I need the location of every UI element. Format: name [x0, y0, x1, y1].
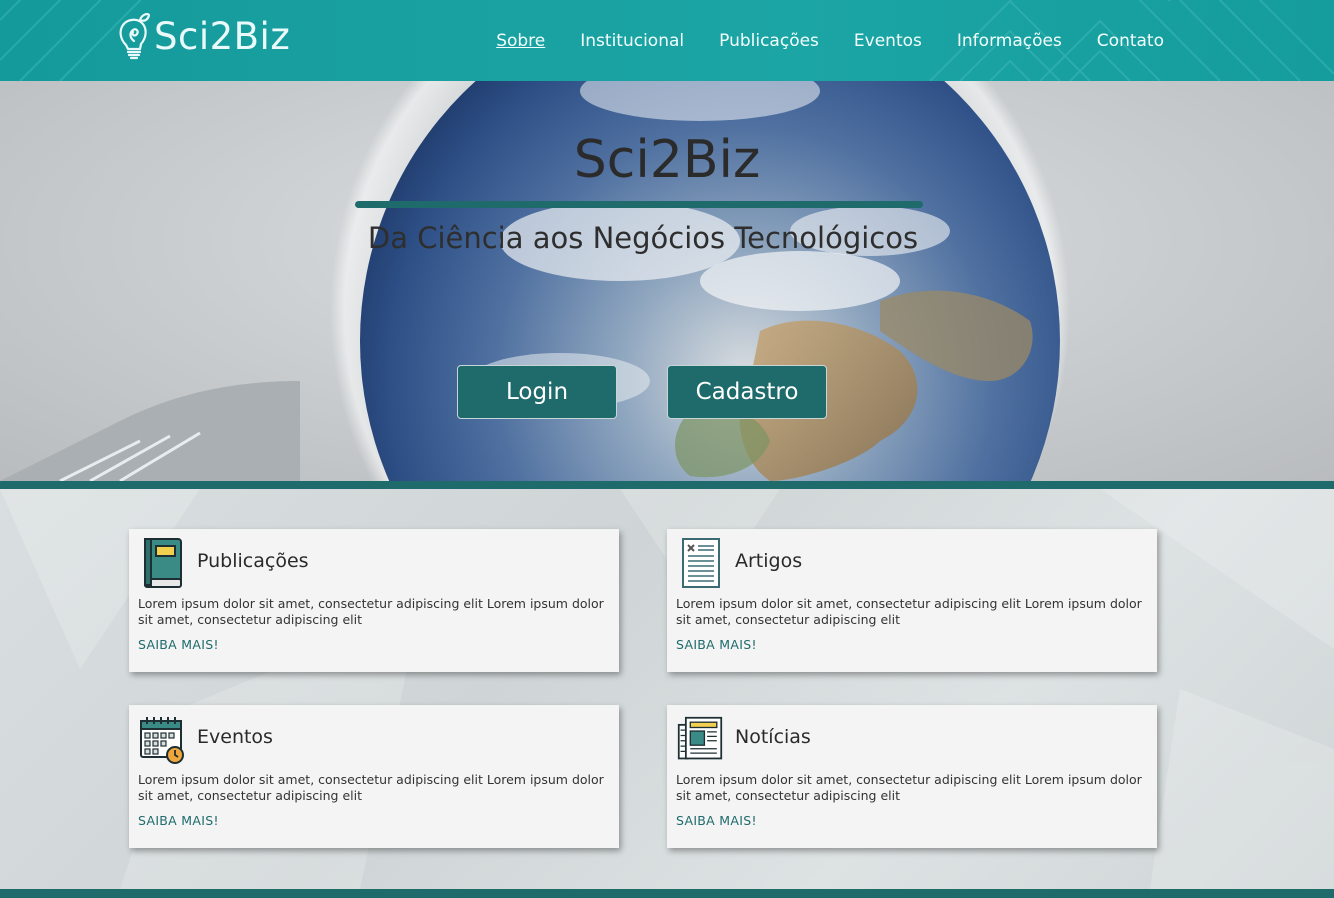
card-artigos: Artigos Lorem ipsum dolor sit amet, cons…: [667, 529, 1157, 672]
saiba-mais-link[interactable]: SAIBA MAIS!: [138, 637, 219, 652]
hero-title: Sci2Biz: [573, 130, 761, 190]
hero-divider: [355, 201, 923, 208]
card-noticias: Notícias Lorem ipsum dolor sit amet, con…: [667, 705, 1157, 848]
lightbulb-leaf-icon: [119, 12, 150, 60]
card-title: Artigos: [735, 550, 803, 572]
card-title: Notícias: [735, 726, 811, 748]
book-icon: [144, 538, 182, 588]
main-nav: Sobre Institucional Publicações Eventos …: [496, 31, 1164, 51]
top-navbar: Sci2Biz Sobre Institucional Publicações …: [0, 0, 1334, 81]
nav-item-eventos[interactable]: Eventos: [854, 31, 922, 51]
saiba-mais-link[interactable]: SAIBA MAIS!: [676, 637, 757, 652]
nav-item-sobre[interactable]: Sobre: [496, 31, 545, 51]
section-divider-bottom: [0, 889, 1334, 898]
section-divider-top: [0, 481, 1334, 489]
card-publicacoes: Publicações Lorem ipsum dolor sit amet, …: [129, 529, 619, 672]
cadastro-button[interactable]: Cadastro: [667, 365, 827, 419]
nav-item-informacoes[interactable]: Informações: [957, 31, 1062, 51]
nav-item-institucional[interactable]: Institucional: [580, 31, 684, 51]
document-icon: [682, 538, 720, 588]
card-title: Publicações: [197, 550, 309, 572]
card-text: Lorem ipsum dolor sit amet, consectetur …: [676, 772, 1142, 803]
saiba-mais-link[interactable]: SAIBA MAIS!: [676, 813, 757, 828]
login-button[interactable]: Login: [457, 365, 617, 419]
logo-text: Sci2Biz: [154, 14, 291, 58]
card-text: Lorem ipsum dolor sit amet, consectetur …: [676, 596, 1142, 627]
newspaper-icon: [677, 716, 723, 760]
site-logo[interactable]: Sci2Biz: [118, 10, 290, 62]
card-text: Lorem ipsum dolor sit amet, consectetur …: [138, 596, 604, 627]
nav-item-contato[interactable]: Contato: [1097, 31, 1164, 51]
nav-item-publicacoes[interactable]: Publicações: [719, 31, 819, 51]
calendar-icon: [140, 717, 184, 764]
saiba-mais-link[interactable]: SAIBA MAIS!: [138, 813, 219, 828]
hero-banner: Sci2Biz Da Ciência aos Negócios Tecnológ…: [0, 81, 1334, 481]
card-title: Eventos: [197, 726, 273, 748]
card-eventos: Eventos Lorem ipsum dolor sit amet, cons…: [129, 705, 619, 848]
hero-subtitle: Da Ciência aos Negócios Tecnológicos: [367, 221, 919, 255]
card-text: Lorem ipsum dolor sit amet, consectetur …: [138, 772, 604, 803]
features-section: Publicações Lorem ipsum dolor sit amet, …: [0, 489, 1334, 889]
